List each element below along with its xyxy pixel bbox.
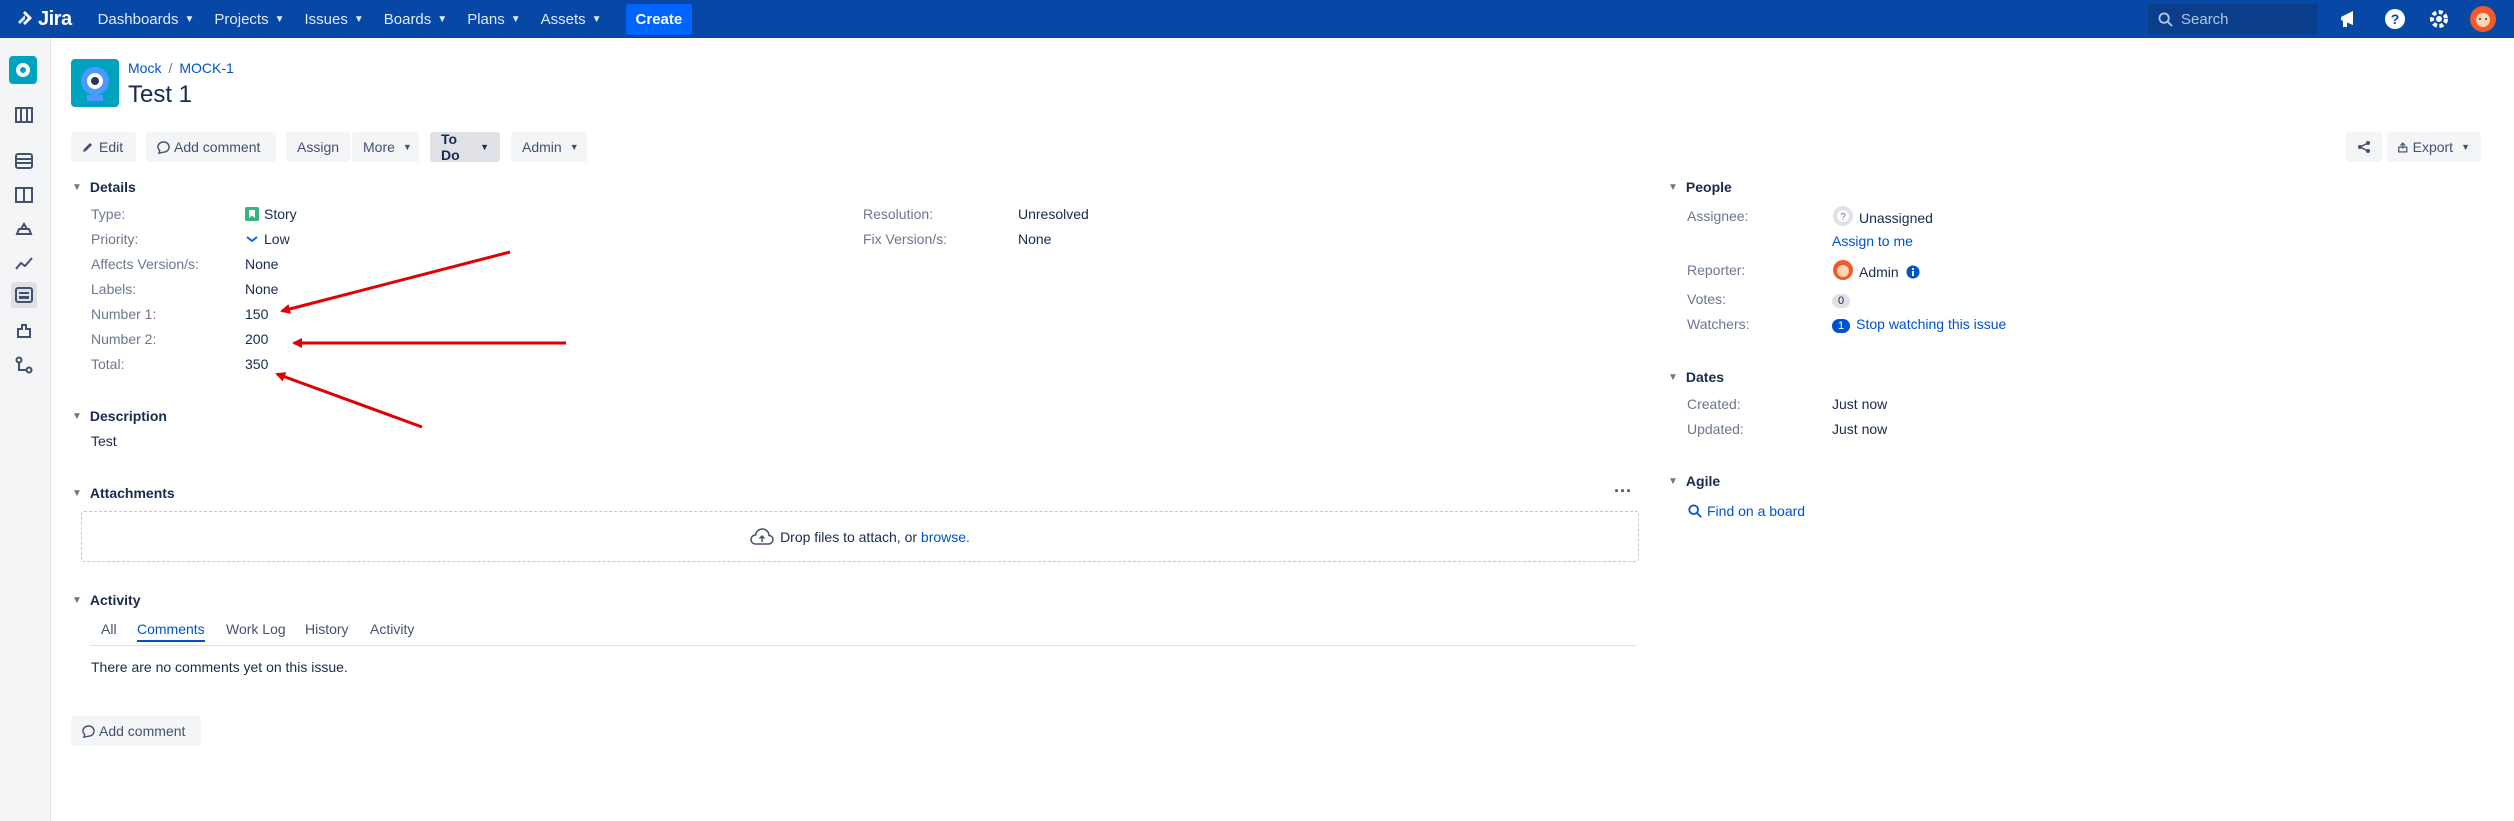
tab-work-log[interactable]: Work Log [226, 621, 286, 637]
annotation-arrows [275, 250, 566, 429]
tab-divider [90, 645, 1637, 646]
activity-section-header[interactable]: ▼ Activity [72, 592, 140, 608]
search-icon [1688, 504, 1702, 518]
attachments-section-header[interactable]: ▼ Attachments [72, 485, 175, 501]
updated-value: Just now [1832, 421, 1888, 437]
reporter-avatar-icon [1833, 260, 1853, 280]
attachment-dropzone[interactable]: Drop files to attach, or browse. [81, 511, 1639, 562]
reporter-value[interactable]: Admin [1832, 260, 1920, 281]
people-section-header[interactable]: ▼ People [1668, 179, 1732, 195]
no-comments-text: There are no comments yet on this issue. [91, 659, 348, 675]
created-label: Created: [1687, 396, 1741, 412]
chevron-down-icon: ▼ [1668, 475, 1678, 487]
dates-section-header[interactable]: ▼ Dates [1668, 369, 1724, 385]
info-icon[interactable] [1906, 265, 1920, 279]
attachments-title: Attachments [89, 485, 175, 501]
tab-comments[interactable]: Comments [137, 621, 205, 642]
people-title: People [1685, 179, 1732, 195]
chevron-down-icon: ▼ [72, 487, 82, 499]
annotation-arrow-total [275, 372, 423, 429]
annotation-arrow-number1 [280, 250, 511, 314]
find-on-board-text: Find on a board [1707, 503, 1806, 519]
add-comment-label: Add comment [99, 723, 186, 739]
watchers-badge: 1 [1832, 319, 1851, 333]
tab-all[interactable]: All [101, 621, 117, 637]
description-text[interactable]: Test [91, 433, 117, 449]
find-on-board-link[interactable]: Find on a board [1688, 503, 1805, 519]
description-section-header[interactable]: ▼ Description [72, 408, 167, 424]
assignee-text: Unassigned [1859, 209, 1933, 226]
votes-value[interactable]: 0 [1832, 291, 1856, 308]
chevron-down-icon: ▼ [72, 410, 82, 422]
assignee-value[interactable]: ? Unassigned [1832, 206, 1933, 227]
browse-link[interactable]: browse. [921, 529, 970, 545]
activity-title: Activity [89, 592, 141, 608]
agile-title: Agile [1685, 473, 1721, 489]
assign-to-me-link[interactable]: Assign to me [1832, 233, 1913, 249]
more-options-icon[interactable]: ··· [1614, 481, 1632, 502]
chevron-down-icon: ▼ [72, 594, 82, 606]
add-comment-bottom-button[interactable]: Add comment [71, 716, 201, 746]
cloud-upload-icon [750, 527, 774, 545]
drop-text: Drop files to attach, or [780, 528, 918, 545]
tab-activity[interactable]: Activity [370, 621, 414, 637]
votes-badge: 0 [1832, 294, 1851, 308]
watchers-value[interactable]: 1 Stop watching this issue [1832, 316, 2006, 333]
updated-label: Updated: [1687, 421, 1744, 437]
chevron-down-icon: ▼ [1668, 371, 1678, 383]
reporter-label: Reporter: [1687, 262, 1746, 278]
votes-label: Votes: [1687, 291, 1726, 307]
agile-section-header[interactable]: ▼ Agile [1668, 473, 1720, 489]
stop-watching-link[interactable]: Stop watching this issue [1856, 316, 2006, 332]
description-title: Description [89, 408, 167, 424]
dates-title: Dates [1685, 369, 1725, 385]
comment-icon [82, 724, 95, 738]
unassigned-avatar-icon: ? [1833, 206, 1853, 226]
watchers-label: Watchers: [1687, 316, 1750, 332]
svg-text:?: ? [1840, 212, 1846, 223]
chevron-down-icon: ▼ [1668, 181, 1678, 193]
tab-history[interactable]: History [305, 621, 349, 637]
reporter-text: Admin [1859, 263, 1899, 280]
assignee-label: Assignee: [1687, 208, 1749, 224]
created-value: Just now [1832, 396, 1888, 412]
